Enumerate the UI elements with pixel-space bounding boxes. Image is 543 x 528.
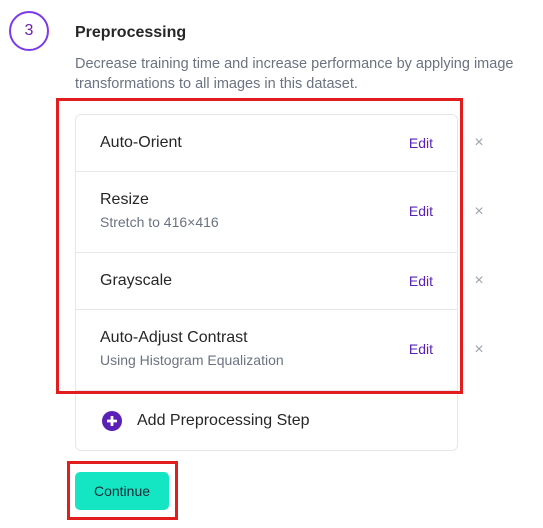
plus-circle-icon	[102, 411, 122, 431]
preprocessing-step-resize: Resize Stretch to 416×416 Edit	[76, 172, 457, 253]
step-name: Resize	[100, 191, 149, 208]
step-name: Grayscale	[100, 272, 173, 289]
step-detail: Using Histogram Equalization	[100, 352, 284, 368]
preprocessing-steps-card: Auto-Orient Edit Resize Stretch to 416×4…	[75, 114, 458, 451]
preprocessing-step-grayscale: Grayscale Edit	[76, 253, 457, 310]
edit-link[interactable]: Edit	[409, 341, 433, 357]
edit-link[interactable]: Edit	[409, 135, 433, 151]
step-number-badge: 3	[9, 11, 49, 51]
step-number: 3	[24, 22, 34, 39]
edit-link[interactable]: Edit	[409, 203, 433, 219]
section-title: Preprocessing	[75, 24, 187, 41]
add-step-label: Add Preprocessing Step	[137, 412, 310, 429]
preprocessing-step-auto-orient: Auto-Orient Edit	[76, 115, 457, 172]
remove-step-icon[interactable]: ×	[472, 204, 486, 220]
edit-link[interactable]: Edit	[409, 273, 433, 289]
step-detail: Stretch to 416×416	[100, 214, 219, 230]
step-name: Auto-Orient	[100, 134, 182, 151]
remove-step-icon[interactable]: ×	[472, 135, 486, 151]
preprocessing-step-auto-adjust-contrast: Auto-Adjust Contrast Using Histogram Equ…	[76, 310, 457, 391]
section-description: Decrease training time and increase perf…	[75, 56, 514, 92]
remove-step-icon[interactable]: ×	[472, 273, 486, 289]
step-name: Auto-Adjust Contrast	[100, 329, 248, 346]
remove-step-icon[interactable]: ×	[472, 342, 486, 358]
preprocessing-section: 3 Preprocessing Decrease training time a…	[0, 0, 543, 528]
add-preprocessing-step-button[interactable]: Add Preprocessing Step	[76, 391, 457, 450]
continue-button[interactable]: Continue	[75, 472, 169, 510]
